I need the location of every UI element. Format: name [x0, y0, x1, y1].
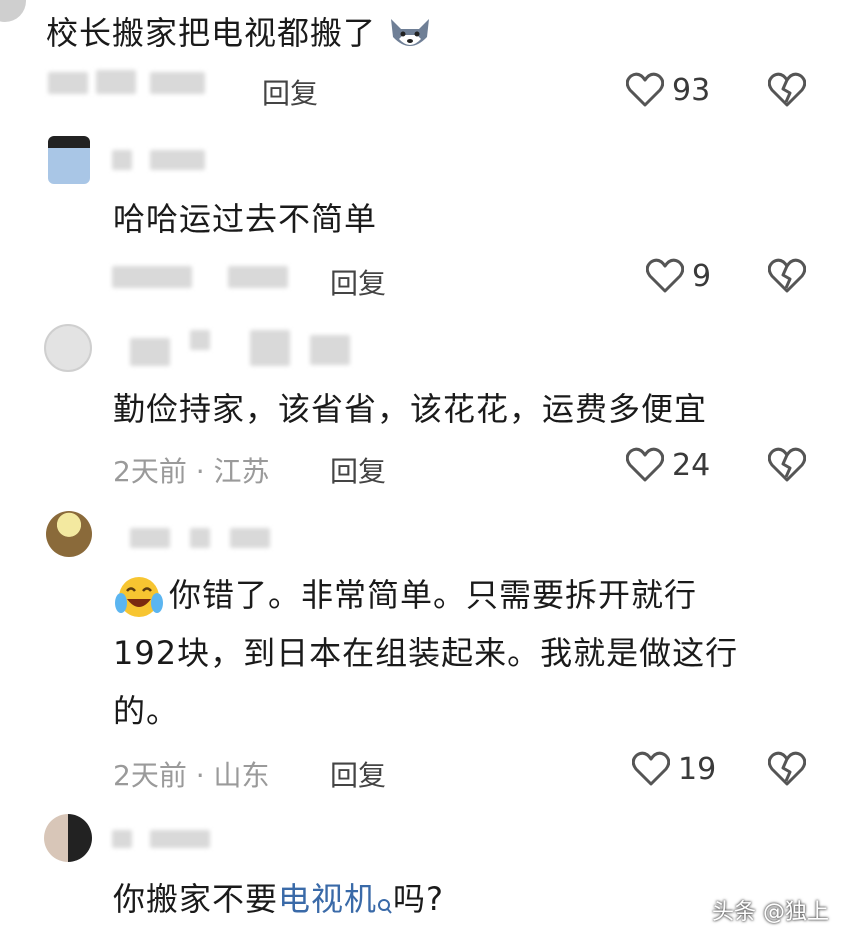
like-button[interactable]: 93 [626, 72, 710, 108]
comment-text: 192块，到日本在组装起来。我就是做这行 [113, 634, 739, 672]
blurred-username [150, 72, 205, 94]
blurred-username [310, 335, 350, 365]
heart-icon [646, 258, 684, 293]
search-icon[interactable] [377, 878, 393, 914]
search-link[interactable]: 电视机 [278, 880, 377, 918]
avatar[interactable] [44, 814, 92, 862]
like-count: 93 [672, 72, 711, 108]
laughing-tears-emoji-icon [113, 573, 165, 621]
heart-icon [626, 447, 664, 482]
dislike-icon[interactable] [768, 72, 806, 108]
blurred-username [228, 266, 288, 288]
comment-meta: 2天前 · 山东 [113, 759, 270, 792]
reply-button[interactable]: 回复 [262, 72, 318, 112]
like-count: 9 [692, 258, 712, 294]
like-button[interactable]: 9 [646, 258, 711, 294]
blurred-username [96, 70, 136, 94]
comment-text: 勤俭持家，该省省，该花花，运费多便宜 [113, 390, 708, 428]
comment-text: 的。 [113, 692, 180, 730]
like-count: 19 [678, 751, 717, 787]
reply-button[interactable]: 回复 [330, 262, 386, 302]
reply-button[interactable]: 回复 [330, 450, 386, 490]
like-button[interactable]: 24 [626, 447, 710, 483]
blurred-username [190, 528, 210, 548]
blurred-username [130, 338, 170, 366]
dislike-icon[interactable] [768, 258, 806, 294]
blurred-username [190, 330, 210, 350]
reply-button[interactable]: 回复 [330, 754, 386, 794]
blurred-username [112, 150, 132, 170]
comment-text: 你搬家不要电视机 吗? [113, 878, 445, 918]
avatar[interactable] [48, 136, 90, 184]
blurred-username [112, 830, 132, 848]
watermark: 头条 @独上 [712, 900, 829, 925]
blurred-username [250, 330, 290, 366]
blurred-username [230, 528, 270, 548]
blurred-username [130, 528, 170, 548]
dislike-icon[interactable] [768, 751, 806, 787]
comment-text: 你错了。非常简单。只需要拆开就行 [113, 566, 697, 624]
blurred-username [150, 830, 210, 848]
comment-meta: 2天前 · 江苏 [113, 455, 270, 488]
like-button[interactable]: 19 [632, 751, 716, 787]
comment-text: 校长搬家把电视都搬了 [46, 4, 433, 62]
avatar[interactable] [44, 324, 92, 372]
like-count: 24 [672, 447, 711, 483]
avatar[interactable] [0, 0, 26, 22]
wolf-emoji-icon [387, 15, 433, 55]
blurred-username [48, 72, 88, 94]
heart-icon [632, 751, 670, 786]
avatar[interactable] [46, 511, 92, 557]
blurred-username [112, 266, 192, 288]
heart-icon [626, 72, 664, 107]
comment-text: 哈哈运过去不简单 [113, 200, 378, 238]
blurred-username [150, 150, 205, 170]
dislike-icon[interactable] [768, 447, 806, 483]
